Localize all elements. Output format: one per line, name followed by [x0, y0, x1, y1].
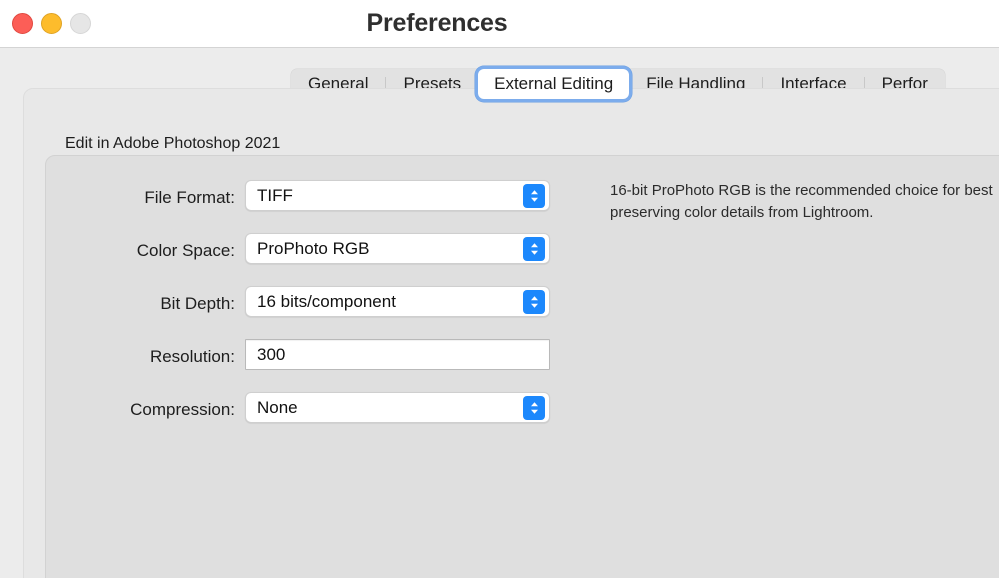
resolution-input[interactable]: 300	[245, 339, 550, 370]
form-row-compression: Compression: None	[0, 392, 560, 445]
file-format-value: TIFF	[257, 186, 293, 205]
file-format-label: File Format:	[144, 188, 235, 207]
page-title: Preferences	[366, 9, 508, 37]
compression-popup[interactable]: None	[245, 392, 550, 423]
resolution-value: 300	[257, 345, 286, 364]
compression-value: None	[257, 398, 298, 417]
help-description: 16-bit ProPhoto RGB is the recommended c…	[610, 182, 993, 221]
section-heading: Edit in Adobe Photoshop 2021	[65, 135, 281, 152]
title-bar: Preferences	[0, 0, 999, 48]
external-editing-form: File Format: TIFF Color Space: ProPhoto …	[0, 180, 560, 445]
bit-depth-popup[interactable]: 16 bits/component	[245, 286, 550, 317]
resolution-label: Resolution:	[149, 347, 235, 366]
tab-external-editing[interactable]: External Editing	[478, 69, 630, 99]
chevron-up-down-icon[interactable]	[523, 184, 545, 208]
compression-label: Compression:	[130, 400, 235, 419]
preferences-window: Preferences General Presets External Edi…	[0, 0, 999, 578]
color-space-label: Color Space:	[136, 241, 235, 260]
form-row-bit-depth: Bit Depth: 16 bits/component	[0, 286, 560, 339]
chevron-up-down-icon[interactable]	[523, 290, 545, 314]
file-format-popup[interactable]: TIFF	[245, 180, 550, 211]
form-row-color-space: Color Space: ProPhoto RGB	[0, 233, 560, 286]
color-space-value: ProPhoto RGB	[257, 239, 370, 258]
color-space-popup[interactable]: ProPhoto RGB	[245, 233, 550, 264]
form-row-file-format: File Format: TIFF	[0, 180, 560, 233]
bit-depth-value: 16 bits/component	[257, 292, 396, 311]
chevron-up-down-icon[interactable]	[523, 396, 545, 420]
chevron-up-down-icon[interactable]	[523, 237, 545, 261]
bit-depth-label: Bit Depth:	[160, 294, 235, 313]
form-row-resolution: Resolution: 300	[0, 339, 560, 392]
